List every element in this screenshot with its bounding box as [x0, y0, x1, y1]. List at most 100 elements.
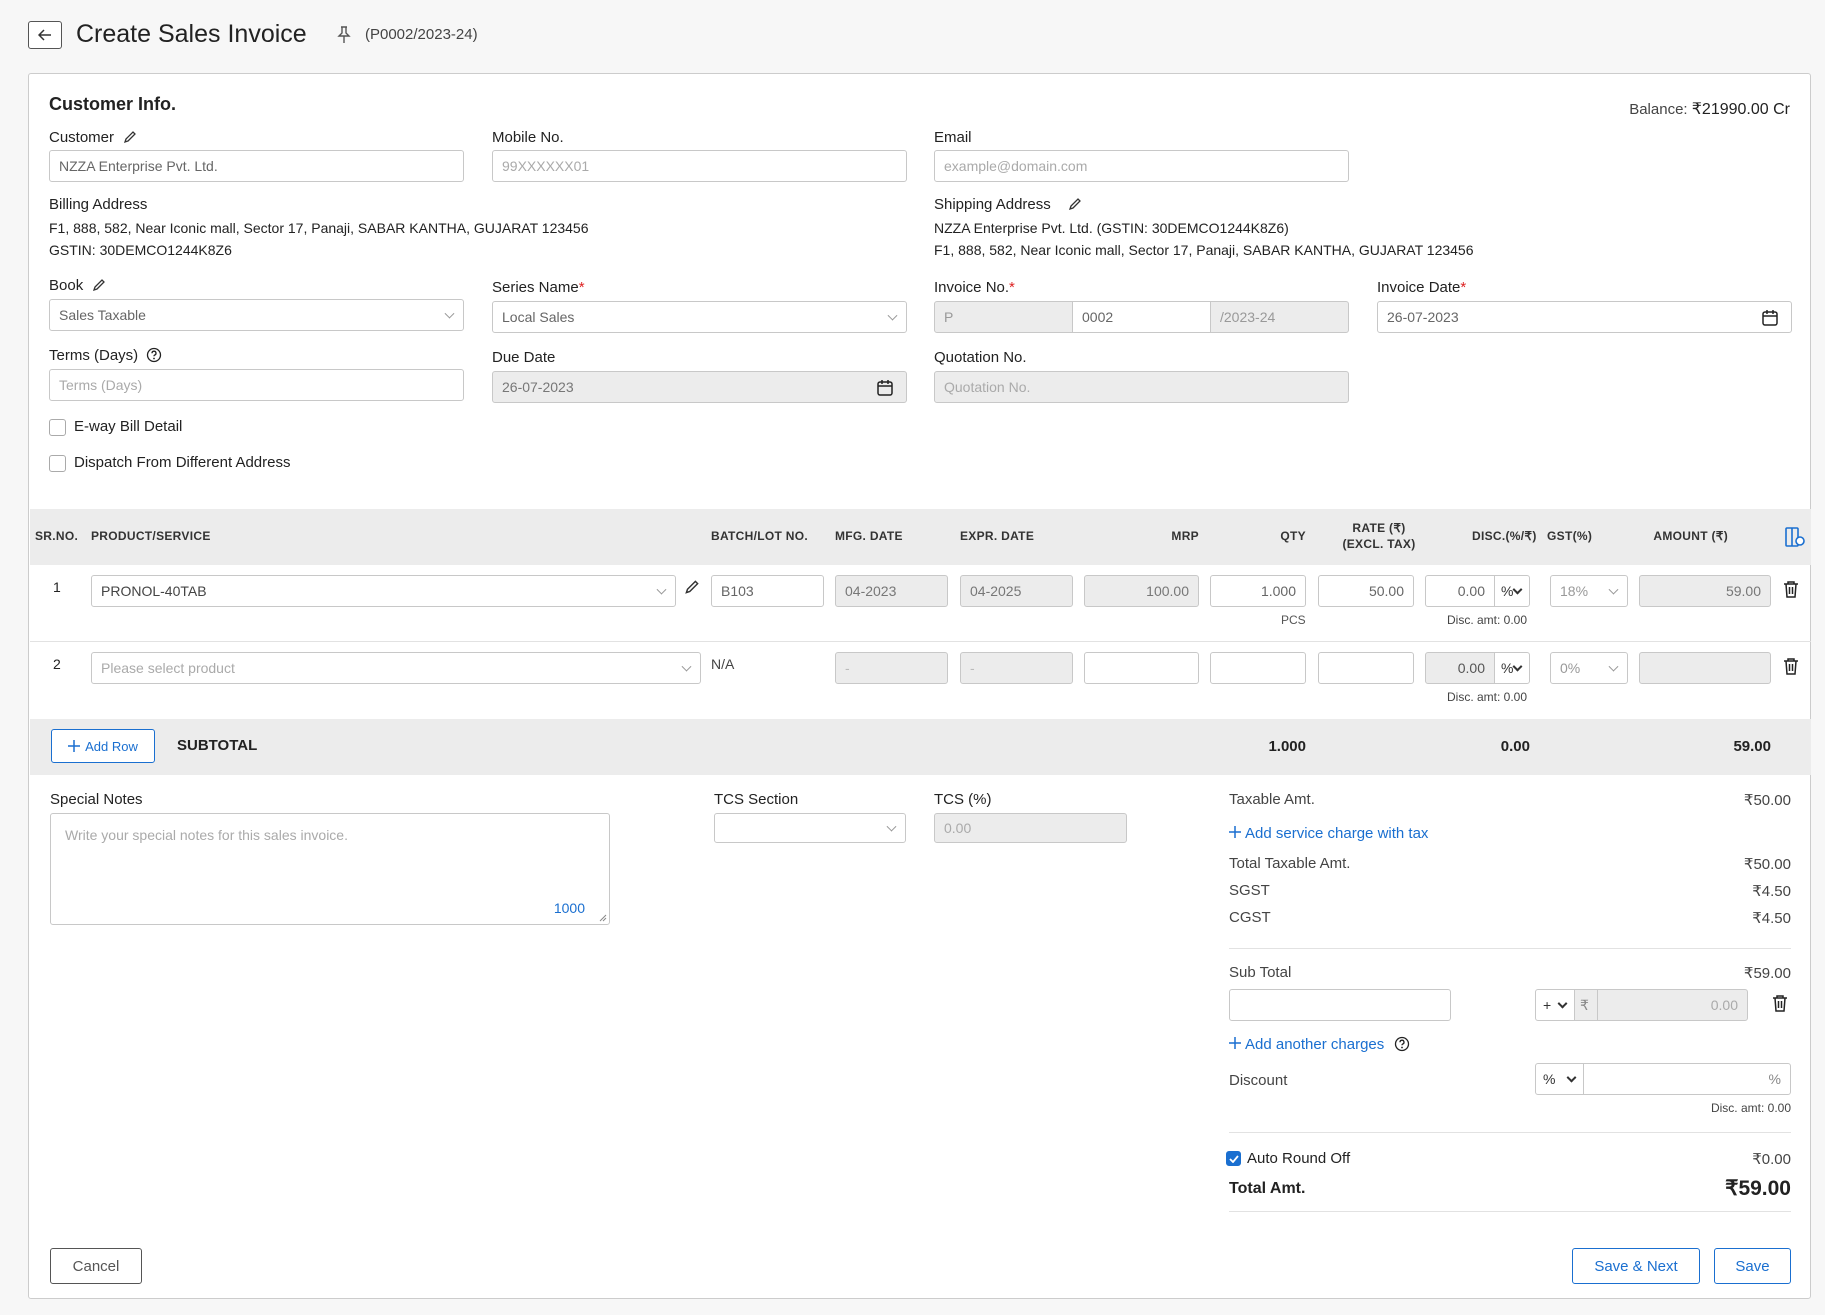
- customer-label-text: Customer: [49, 129, 115, 146]
- row1-qty-input[interactable]: 1.000: [1210, 575, 1306, 607]
- row1-disc-type-value: %: [1501, 583, 1514, 599]
- row2-product-select[interactable]: Please select product: [91, 652, 701, 684]
- calendar-icon[interactable]: [1761, 309, 1779, 327]
- charge-name-input[interactable]: [1229, 989, 1451, 1021]
- row2-disc-type-select[interactable]: %: [1494, 652, 1530, 684]
- edit-icon[interactable]: [91, 277, 107, 293]
- calendar-icon[interactable]: [876, 379, 894, 397]
- help-icon[interactable]: [146, 347, 162, 363]
- row2-gst-select[interactable]: 0%: [1550, 652, 1628, 684]
- due-date-input[interactable]: 26-07-2023: [492, 371, 907, 403]
- discount-label: Discount: [1229, 1072, 1288, 1089]
- cgst-label: CGST: [1229, 909, 1271, 926]
- required-mark: *: [1009, 279, 1015, 296]
- cgst-value: ₹4.50: [1752, 910, 1791, 927]
- discount-type-select[interactable]: %: [1535, 1063, 1584, 1095]
- invoice-number-input[interactable]: 0002: [1072, 301, 1211, 333]
- row1-gst-value: 18%: [1560, 583, 1589, 599]
- terms-label: Terms (Days): [49, 347, 162, 364]
- balance-value: ₹21990.00 Cr: [1691, 101, 1790, 118]
- edit-icon[interactable]: [1067, 196, 1083, 212]
- subtotal-amount: 59.00: [1733, 738, 1771, 755]
- row2-qty-input[interactable]: [1210, 652, 1306, 684]
- total-taxable-value: ₹50.00: [1743, 856, 1791, 873]
- book-label-text: Book: [49, 277, 84, 294]
- add-row-label: Add Row: [85, 738, 138, 754]
- save-button[interactable]: Save: [1714, 1248, 1791, 1284]
- mobile-label: Mobile No.: [492, 129, 564, 146]
- charge-sign-select[interactable]: +: [1535, 989, 1575, 1021]
- row2-disc-input[interactable]: 0.00: [1425, 652, 1495, 684]
- auto-round-off-checkbox[interactable]: [1226, 1151, 1241, 1166]
- save-next-button[interactable]: Save & Next: [1572, 1248, 1700, 1284]
- special-notes-textarea[interactable]: Write your special notes for this sales …: [50, 813, 610, 925]
- help-icon[interactable]: [1394, 1036, 1410, 1052]
- trash-icon[interactable]: [1783, 580, 1799, 598]
- col-rate: RATE (₹) (EXCL. TAX): [1339, 520, 1419, 552]
- row1-mfg-input: 04-2023: [835, 575, 948, 607]
- resize-handle-icon[interactable]: [598, 913, 607, 922]
- dispatch-checkbox[interactable]: [49, 455, 66, 472]
- summary-divider: [1229, 948, 1791, 949]
- customer-input[interactable]: NZZA Enterprise Pvt. Ltd.: [49, 150, 464, 182]
- col-disc: DISC.(%/₹): [1472, 529, 1537, 543]
- book-select[interactable]: Sales Taxable: [49, 299, 464, 331]
- edit-icon[interactable]: [683, 578, 701, 596]
- trash-icon[interactable]: [1783, 657, 1799, 675]
- back-button[interactable]: [28, 21, 62, 49]
- col-qty: QTY: [1280, 529, 1306, 543]
- row2-mrp-input[interactable]: [1084, 652, 1199, 684]
- series-name-select[interactable]: Local Sales: [492, 301, 907, 333]
- row1-product-select[interactable]: PRONOL-40TAB: [91, 575, 676, 607]
- col-sr: SR.NO.: [35, 529, 79, 543]
- add-another-charges-text: Add another charges: [1245, 1036, 1385, 1053]
- notes-char-counter: 1000: [553, 900, 585, 916]
- customer-label: Customer: [49, 129, 138, 146]
- col-mfg: MFG. DATE: [835, 529, 903, 543]
- column-settings-icon[interactable]: [1784, 526, 1806, 548]
- shipping-name-text: NZZA Enterprise Pvt. Ltd. (: [934, 220, 1102, 236]
- row2-gst-value: 0%: [1560, 660, 1581, 676]
- series-label-text: Series Name: [492, 279, 579, 296]
- invoice-date-label-text: Invoice Date: [1377, 279, 1461, 296]
- subtotal-label: SUBTOTAL: [177, 737, 258, 754]
- trash-icon[interactable]: [1772, 994, 1788, 1012]
- discount-input[interactable]: %: [1583, 1063, 1791, 1095]
- charge-value-input[interactable]: 0.00: [1597, 989, 1748, 1021]
- subtotal-disc: 0.00: [1500, 738, 1530, 755]
- row1-batch-input[interactable]: B103: [711, 575, 824, 607]
- add-another-charges-link[interactable]: Add another charges: [1229, 1036, 1410, 1053]
- row1-gst-select[interactable]: 18%: [1550, 575, 1628, 607]
- tcs-section-select[interactable]: [714, 813, 906, 843]
- sub-total-label: Sub Total: [1229, 964, 1292, 981]
- eway-bill-checkbox[interactable]: [49, 419, 66, 436]
- chevron-down-icon: [1512, 661, 1523, 672]
- shipping-gstin-value: 30DEMCO1244K8Z6): [1151, 220, 1289, 236]
- terms-input[interactable]: Terms (Days): [49, 369, 464, 401]
- invoice-date-label: Invoice Date*: [1377, 279, 1466, 296]
- page: Create Sales Invoice (P0002/2023-24) Cus…: [0, 0, 1825, 1315]
- row1-disc-type-select[interactable]: %: [1494, 575, 1530, 607]
- row1-rate-input[interactable]: 50.00: [1318, 575, 1414, 607]
- col-rate-line2: (EXCL. TAX): [1342, 537, 1416, 551]
- row2-rate-input[interactable]: [1318, 652, 1414, 684]
- taxable-amt-label: Taxable Amt.: [1229, 791, 1315, 808]
- row1-unit: PCS: [1281, 613, 1306, 627]
- email-input[interactable]: example@domain.com: [934, 150, 1349, 182]
- col-product: PRODUCT/SERVICE: [91, 529, 211, 543]
- mobile-input[interactable]: 99XXXXXX01: [492, 150, 907, 182]
- total-amt-label: Total Amt.: [1229, 1180, 1306, 1197]
- row2-disc-amt: Disc. amt: 0.00: [1447, 690, 1528, 704]
- cancel-button[interactable]: Cancel: [50, 1248, 142, 1284]
- edit-icon[interactable]: [122, 129, 138, 145]
- quotation-input[interactable]: Quotation No.: [934, 371, 1349, 403]
- charge-sign-value: +: [1543, 997, 1552, 1013]
- pin-icon[interactable]: [336, 25, 352, 45]
- row1-disc-input[interactable]: 0.00: [1425, 575, 1495, 607]
- tcs-pct-input: 0.00: [934, 813, 1127, 843]
- email-label: Email: [934, 129, 972, 146]
- invoice-date-input[interactable]: 26-07-2023: [1377, 301, 1792, 333]
- add-service-charge-link[interactable]: Add service charge with tax: [1229, 825, 1428, 842]
- terms-label-text: Terms (Days): [49, 347, 139, 364]
- add-row-button[interactable]: Add Row: [51, 729, 155, 763]
